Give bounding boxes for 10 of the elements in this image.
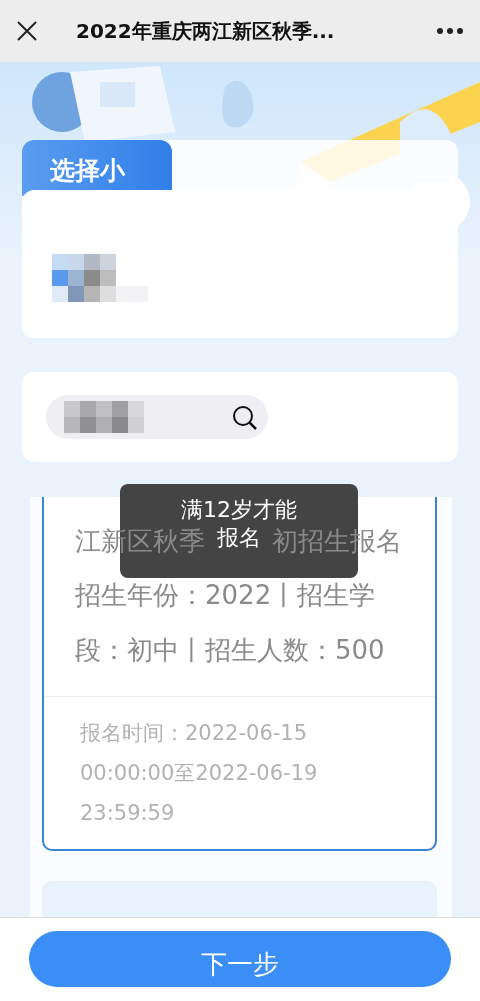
close-icon[interactable] bbox=[16, 20, 38, 42]
registration-time: 报名时间：2022-06-15 00:00:00至2022-06-19 23:59:59 bbox=[79, 720, 319, 827]
more-icon[interactable] bbox=[436, 27, 464, 35]
toast-message: 报名 bbox=[217, 524, 261, 552]
search-icon[interactable] bbox=[232, 405, 258, 431]
window-title: 2022年重庆两江新区秋季... bbox=[76, 17, 336, 45]
toast-message: 满12岁才能 bbox=[181, 496, 297, 524]
next-button[interactable]: 下一步 bbox=[29, 931, 451, 987]
enrollment-info: 招生年份：2022丨招生学段：初中丨招生人数：500 bbox=[74, 579, 386, 667]
search-field[interactable] bbox=[46, 395, 268, 439]
